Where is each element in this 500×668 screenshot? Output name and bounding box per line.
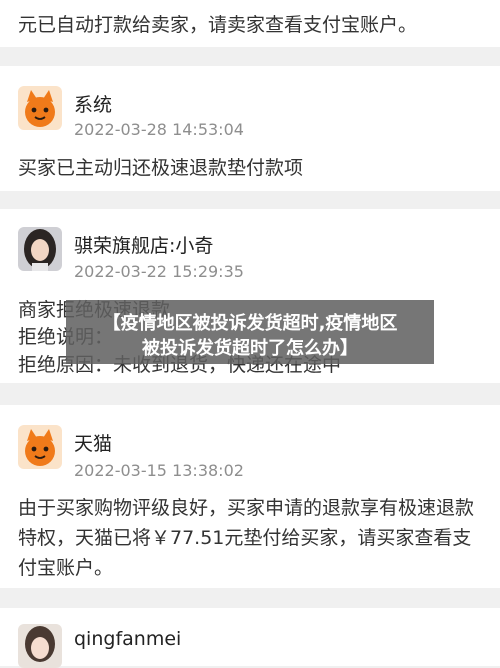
sender-name: 骐荣旗舰店:小奇 bbox=[74, 235, 214, 257]
message-card-tmall: 天猫 2022-03-15 13:38:02 由于买家购物评级良好，买家申请的退… bbox=[0, 405, 500, 588]
sender-name: qingfanmei bbox=[74, 628, 182, 650]
sender-name: 天猫 bbox=[74, 433, 113, 455]
message-text-line: 付宝账户。 bbox=[18, 557, 114, 579]
overlay-title-line: 被投诉发货超时了怎么办】 bbox=[142, 338, 358, 359]
tmall-mascot-icon[interactable] bbox=[18, 86, 62, 130]
tmall-mascot-icon[interactable] bbox=[18, 425, 62, 469]
message-card-partial: 元已自动打款给卖家，请卖家查看支付宝账户。 bbox=[0, 0, 500, 47]
message-text-line: 由于买家购物评级良好，买家申请的退款享有极速退款 bbox=[18, 497, 475, 519]
message-timestamp: 2022-03-28 14:53:04 bbox=[74, 120, 244, 139]
woman-portrait-icon[interactable] bbox=[18, 227, 62, 271]
sender-name: 系统 bbox=[74, 94, 113, 116]
message-timestamp: 2022-03-22 15:29:35 bbox=[74, 262, 244, 281]
message-card-system: 系统 2022-03-28 14:53:04 买家已主动归还极速退款垫付款项 bbox=[0, 66, 500, 191]
title-overlay-banner: 【疫情地区被投诉发货超时,疫情地区 被投诉发货超时了怎么办】 bbox=[66, 300, 434, 364]
message-timestamp: 2022-03-15 13:38:02 bbox=[74, 461, 244, 480]
overlay-title-line: 【疫情地区被投诉发货超时,疫情地区 bbox=[102, 313, 398, 334]
message-text-line: 买家已主动归还极速退款垫付款项 bbox=[18, 157, 304, 179]
woman-portrait-icon[interactable] bbox=[18, 624, 62, 668]
message-text-line: 特权，天猫已将￥77.51元垫付给买家，请买家查看支 bbox=[18, 527, 472, 549]
message-text-line: 元已自动打款给卖家，请卖家查看支付宝账户。 bbox=[18, 14, 418, 36]
message-card-user: qingfanmei bbox=[0, 608, 500, 668]
